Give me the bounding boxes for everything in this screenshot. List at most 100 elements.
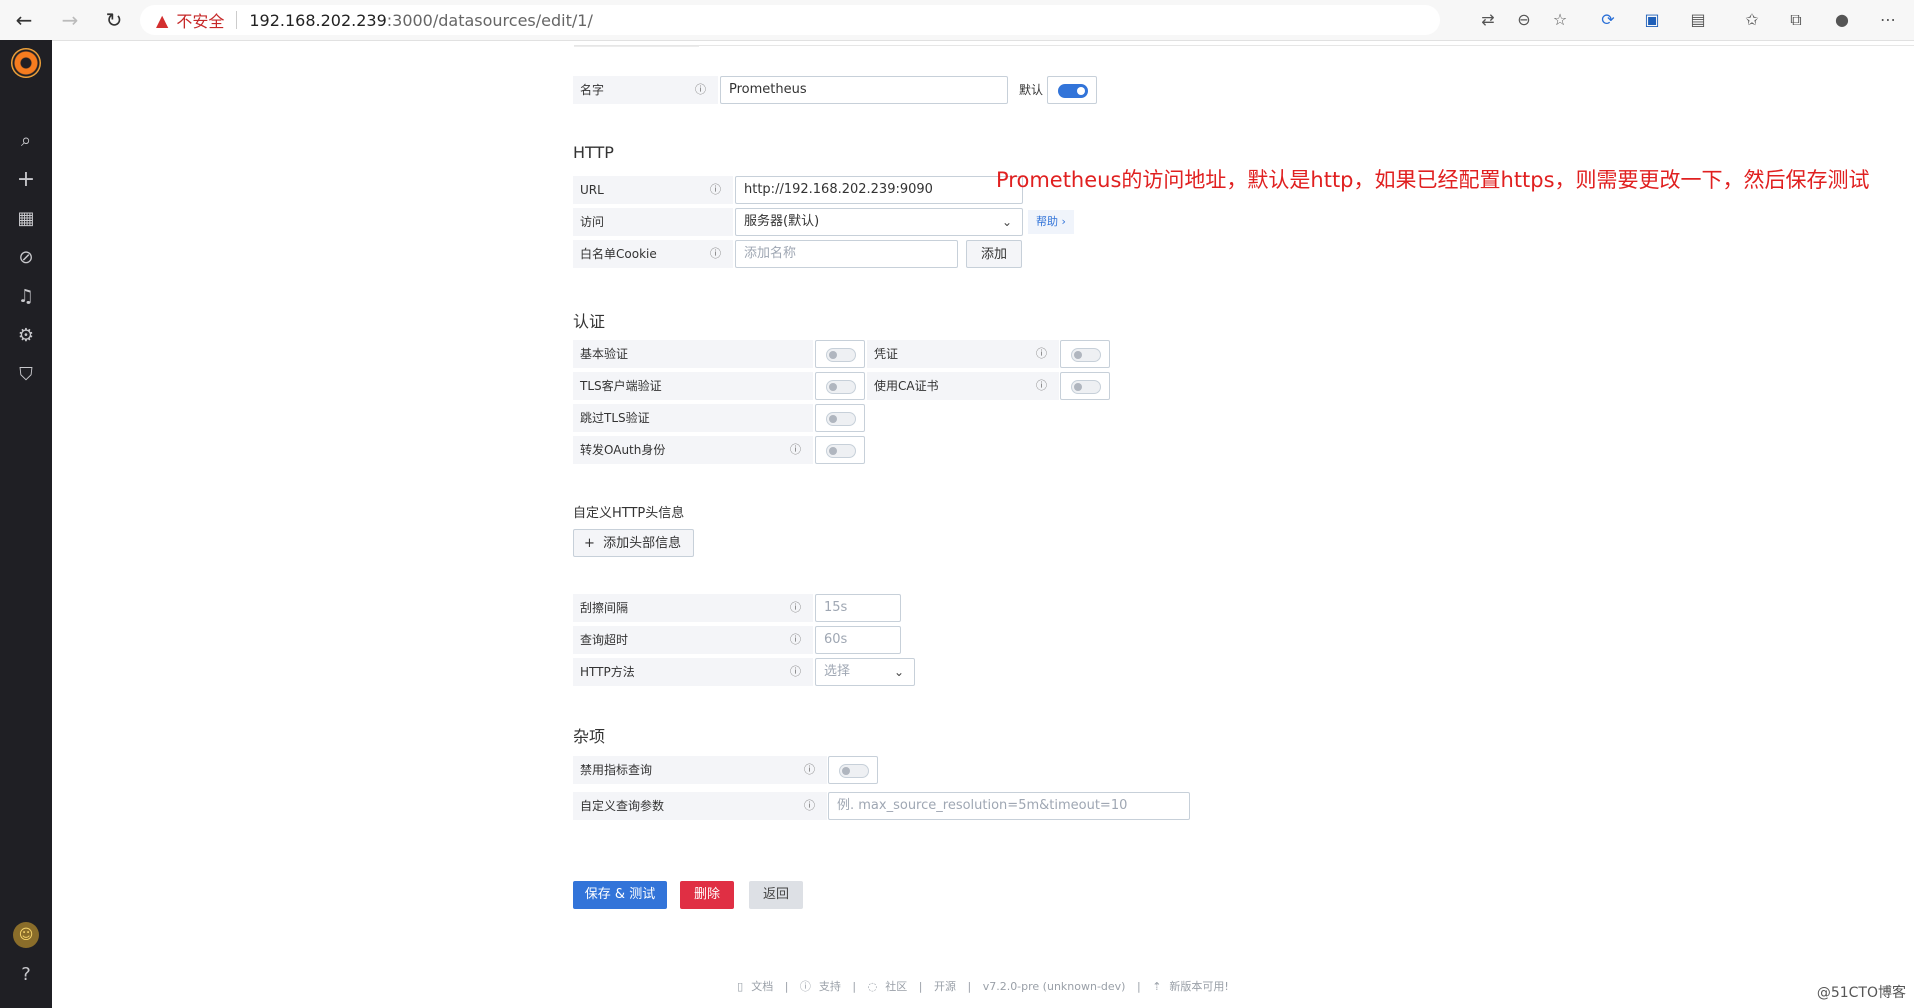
query-timeout-input[interactable]: 60s <box>815 626 901 654</box>
disable-metrics-toggle[interactable] <box>828 756 878 784</box>
add-header-button[interactable]: + 添加头部信息 <box>573 529 694 557</box>
scrape-interval-label: 刮擦间隔 ⓘ <box>573 594 813 622</box>
tls-client-auth-toggle[interactable] <box>815 372 865 400</box>
chevron-down-icon: ⌄ <box>893 665 904 679</box>
address-bar[interactable]: ▲ 不安全 192.168.202.239:3000/datasources/e… <box>140 5 1440 35</box>
extension-badge-icon[interactable]: ▤ <box>1686 8 1710 32</box>
footer-support-link[interactable]: 支持 <box>819 980 841 993</box>
custom-headers-title: 自定义HTTP头信息 <box>573 506 685 521</box>
collections-icon[interactable]: ⧉ <box>1784 8 1808 32</box>
forward-oauth-label-text: 转发OAuth身份 <box>580 443 666 457</box>
url-label-text: URL <box>580 183 604 197</box>
ca-cert-label: 使用CA证书 ⓘ <box>867 372 1059 400</box>
footer: ▯ 文档 | ⓘ 支持 | ◌ 社区 | 开源 | v7.2.0-pre (unkno… <box>52 978 1914 994</box>
disable-metrics-label-text: 禁用指标查询 <box>580 763 653 777</box>
credentials-toggle[interactable] <box>1060 340 1110 368</box>
community-icon: ◌ <box>867 980 878 993</box>
footer-separator: | <box>918 980 923 993</box>
back-button[interactable]: 返回 <box>749 881 803 909</box>
translate-icon[interactable]: ⇄ <box>1476 8 1500 32</box>
default-label: 默认 <box>1012 76 1052 104</box>
add-cookie-button[interactable]: 添加 <box>966 240 1022 268</box>
delete-button[interactable]: 删除 <box>680 881 734 909</box>
info-icon[interactable]: ⓘ <box>1036 340 1047 368</box>
info-icon[interactable]: ⓘ <box>790 436 801 464</box>
annotation-text: Prometheus的访问地址，默认是http，如果已经配置https，则需要更… <box>996 168 1870 192</box>
info-icon[interactable]: ⓘ <box>790 626 801 654</box>
support-icon: ⓘ <box>799 980 811 993</box>
plus-icon[interactable]: + <box>13 167 39 193</box>
footer-docs-link[interactable]: 文档 <box>751 980 773 993</box>
info-icon[interactable]: ⓘ <box>790 658 801 686</box>
tls-client-auth-label: TLS客户端验证 <box>573 372 813 400</box>
favorite-star-icon[interactable]: ☆ <box>1548 8 1572 32</box>
query-timeout-label-text: 查询超时 <box>580 633 629 647</box>
footer-open-source-link[interactable]: 开源 <box>934 980 956 993</box>
default-toggle[interactable] <box>1047 76 1097 104</box>
insecure-label: 不安全 <box>176 12 225 31</box>
url-label: URL ⓘ <box>573 176 733 204</box>
explore-compass-icon[interactable]: ⊘ <box>13 245 39 271</box>
cookie-label-text: 白名单Cookie <box>580 247 657 261</box>
info-icon[interactable]: ⓘ <box>710 240 721 268</box>
datasource-settings-page: 名字 ⓘ Prometheus 默认 HTTP URL ⓘ http://192.1… <box>52 40 1914 1008</box>
credentials-label: 凭证 ⓘ <box>867 340 1059 368</box>
http-method-select-value: 选择 <box>824 664 851 679</box>
info-icon[interactable]: ⓘ <box>1036 372 1047 400</box>
url-input[interactable]: http://192.168.202.239:9090 <box>735 176 1023 204</box>
basic-auth-toggle[interactable] <box>815 340 865 368</box>
zoom-icon[interactable]: ⊖ <box>1512 8 1536 32</box>
credentials-label-text: 凭证 <box>874 347 899 361</box>
chevron-down-icon: ⌄ <box>1001 215 1012 229</box>
skip-tls-toggle[interactable] <box>815 404 865 432</box>
cookie-input[interactable]: 添加名称 <box>735 240 958 268</box>
alerting-bell-icon[interactable]: ♫ <box>13 284 39 310</box>
configuration-gear-icon[interactable]: ⚙ <box>13 323 39 349</box>
footer-new-version-link[interactable]: 新版本可用! <box>1169 980 1228 993</box>
more-menu-icon[interactable]: ⋯ <box>1876 8 1900 32</box>
extension-sync-icon[interactable]: ⟳ <box>1596 8 1620 32</box>
update-icon: ⇡ <box>1152 980 1162 993</box>
grafana-logo-icon[interactable] <box>11 48 41 78</box>
auth-section-title: 认证 <box>573 312 606 331</box>
http-method-select[interactable]: 选择 ⌄ <box>815 658 915 686</box>
custom-params-label-text: 自定义查询参数 <box>580 799 665 813</box>
save-test-button[interactable]: 保存 & 测试 <box>573 881 667 909</box>
http-method-label: HTTP方法 ⓘ <box>573 658 813 686</box>
custom-params-input[interactable]: 例. max_source_resolution=5m&timeout=10 <box>828 792 1190 820</box>
info-icon[interactable]: ⓘ <box>695 76 706 104</box>
docs-icon: ▯ <box>737 980 744 993</box>
default-switch[interactable] <box>1058 84 1088 98</box>
favorites-list-icon[interactable]: ✩ <box>1740 8 1764 32</box>
profile-avatar-icon[interactable]: ● <box>1830 8 1854 32</box>
forward-oauth-toggle[interactable] <box>815 436 865 464</box>
forward-arrow-icon[interactable]: → <box>56 6 84 34</box>
warning-icon: ▲ <box>156 10 169 30</box>
access-select[interactable]: 服务器(默认) ⌄ <box>735 208 1023 236</box>
reload-icon[interactable]: ↻ <box>100 6 128 34</box>
info-icon[interactable]: ⓘ <box>790 594 801 622</box>
info-icon[interactable]: ⓘ <box>710 176 721 204</box>
search-icon[interactable]: ⌕ <box>13 128 39 154</box>
http-method-label-text: HTTP方法 <box>580 665 635 679</box>
info-icon[interactable]: ⓘ <box>804 756 815 784</box>
cookie-label: 白名单Cookie ⓘ <box>573 240 733 268</box>
user-avatar[interactable]: ☺ <box>13 922 39 948</box>
help-icon[interactable]: ? <box>13 962 39 988</box>
footer-community-link[interactable]: 社区 <box>885 980 907 993</box>
name-input[interactable]: Prometheus <box>720 76 1008 104</box>
back-arrow-icon[interactable]: ← <box>10 6 38 34</box>
info-icon[interactable]: ⓘ <box>804 792 815 820</box>
scrape-interval-input[interactable]: 15s <box>815 594 901 622</box>
browser-toolbar: ← → ↻ ▲ 不安全 192.168.202.239:3000/datasou… <box>0 0 1914 41</box>
ca-cert-toggle[interactable] <box>1060 372 1110 400</box>
watermark: @51CTO博客 <box>1816 985 1906 1001</box>
dashboards-icon[interactable]: ▦ <box>13 206 39 232</box>
basic-auth-label: 基本验证 <box>573 340 813 368</box>
extension-re-icon[interactable]: ▣ <box>1640 8 1664 32</box>
server-admin-shield-icon[interactable]: ⛉ <box>13 362 39 388</box>
query-timeout-label: 查询超时 ⓘ <box>573 626 813 654</box>
help-toggle[interactable]: 帮助 › <box>1028 210 1074 234</box>
tab-divider <box>574 45 1914 46</box>
skip-tls-label: 跳过TLS验证 <box>573 404 813 432</box>
